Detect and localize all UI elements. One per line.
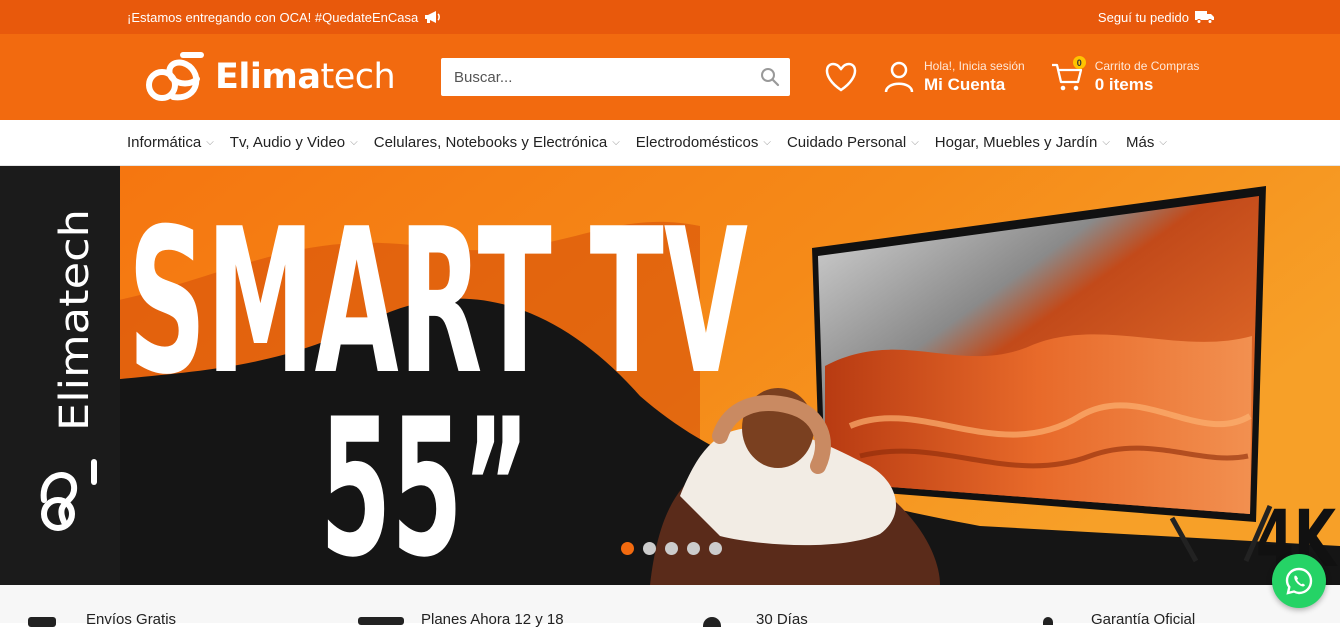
feature-returns: 30 Días bbox=[756, 611, 808, 628]
feature-payment-plans: Planes Ahora 12 y 18 bbox=[421, 611, 564, 628]
track-order-text[interactable]: Seguí tu pedido bbox=[1098, 10, 1189, 25]
cart-count-badge: 0 bbox=[1072, 56, 1086, 69]
account-label[interactable]: Mi Cuenta bbox=[924, 75, 1025, 95]
slider-dot-4[interactable] bbox=[687, 542, 700, 555]
account-greeting: Hola!, Inicia sesión bbox=[924, 59, 1025, 73]
nav-item-electrodomesticos[interactable]: Electrodomésticos ⌵ bbox=[636, 134, 771, 151]
features-strip: Envíos Gratis Planes Ahora 12 y 18 30 Dí… bbox=[0, 585, 1340, 628]
chevron-down-icon: ⌵ bbox=[911, 137, 919, 148]
slider-dot-5[interactable] bbox=[709, 542, 722, 555]
search-icon[interactable] bbox=[760, 67, 780, 87]
site-header: Elimatech Hola!, Inicia sesión Mi Cuenta… bbox=[0, 34, 1340, 120]
logo-text: Elimatech bbox=[215, 57, 396, 97]
nav-item-hogar[interactable]: Hogar, Muebles y Jardín ⌵ bbox=[935, 134, 1110, 151]
announcement: ¡Estamos entregando con OCA! #QuedateEnC… bbox=[127, 10, 442, 25]
chevron-down-icon: ⌵ bbox=[763, 137, 771, 148]
truck-icon bbox=[1195, 11, 1214, 24]
whatsapp-icon bbox=[1285, 567, 1313, 595]
chevron-down-icon: ⌵ bbox=[1159, 137, 1167, 148]
chevron-down-icon: ⌵ bbox=[350, 137, 358, 148]
cart-items: 0 items bbox=[1094, 75, 1154, 94]
logo-mark-icon bbox=[146, 52, 204, 101]
site-logo[interactable]: Elimatech bbox=[143, 49, 441, 105]
category-nav: Informática ⌵ Tv, Audio y Video ⌵ Celulare… bbox=[0, 120, 1340, 166]
nav-item-tv-audio-video[interactable]: Tv, Audio y Video ⌵ bbox=[230, 134, 358, 151]
announcement-text: ¡Estamos entregando con OCA! #QuedateEnC… bbox=[127, 9, 419, 25]
warranty-icon bbox=[1043, 617, 1053, 625]
chevron-down-icon: ⌵ bbox=[1102, 137, 1110, 148]
hero-illustration: SMART TV 55” 4K Elimatech bbox=[0, 166, 1340, 585]
cart-link[interactable]: 0 Carrito de Compras 0 items bbox=[1051, 56, 1200, 95]
shipping-icon bbox=[28, 617, 56, 627]
wishlist-heart-icon[interactable] bbox=[824, 62, 858, 92]
search-box[interactable] bbox=[441, 58, 790, 96]
top-announcement-bar: ¡Estamos entregando con OCA! #QuedateEnC… bbox=[0, 0, 1340, 34]
user-icon bbox=[884, 61, 914, 93]
track-order-link[interactable]: Seguí tu pedido bbox=[1098, 10, 1215, 25]
cart-title: Carrito de Compras bbox=[1094, 59, 1200, 73]
nav-item-mas[interactable]: Más ⌵ bbox=[1126, 134, 1167, 151]
slider-dot-2[interactable] bbox=[643, 542, 656, 555]
slider-dots bbox=[621, 542, 722, 555]
account-link[interactable]: Hola!, Inicia sesión Mi Cuenta bbox=[884, 59, 1025, 95]
megaphone-icon bbox=[425, 11, 441, 23]
chevron-down-icon: ⌵ bbox=[206, 137, 214, 148]
nav-item-celulares[interactable]: Celulares, Notebooks y Electrónica ⌵ bbox=[374, 134, 620, 151]
hero-brand-vertical: Elimatech bbox=[52, 209, 98, 431]
hero-banner[interactable]: SMART TV 55” 4K Elimatech bbox=[0, 166, 1340, 585]
chevron-down-icon: ⌵ bbox=[612, 137, 620, 148]
whatsapp-button[interactable] bbox=[1272, 554, 1326, 608]
slider-dot-3[interactable] bbox=[665, 542, 678, 555]
slider-dot-1[interactable] bbox=[621, 542, 634, 555]
search-input[interactable] bbox=[454, 68, 760, 86]
feature-warranty: Garantía Oficial bbox=[1091, 611, 1196, 628]
hero-size: 55” bbox=[320, 378, 530, 585]
nav-item-informatica[interactable]: Informática ⌵ bbox=[127, 134, 214, 151]
credit-card-icon bbox=[358, 617, 404, 625]
clock-icon bbox=[703, 617, 721, 627]
nav-item-cuidado-personal[interactable]: Cuidado Personal ⌵ bbox=[787, 134, 919, 151]
feature-shipping: Envíos Gratis bbox=[86, 611, 177, 628]
